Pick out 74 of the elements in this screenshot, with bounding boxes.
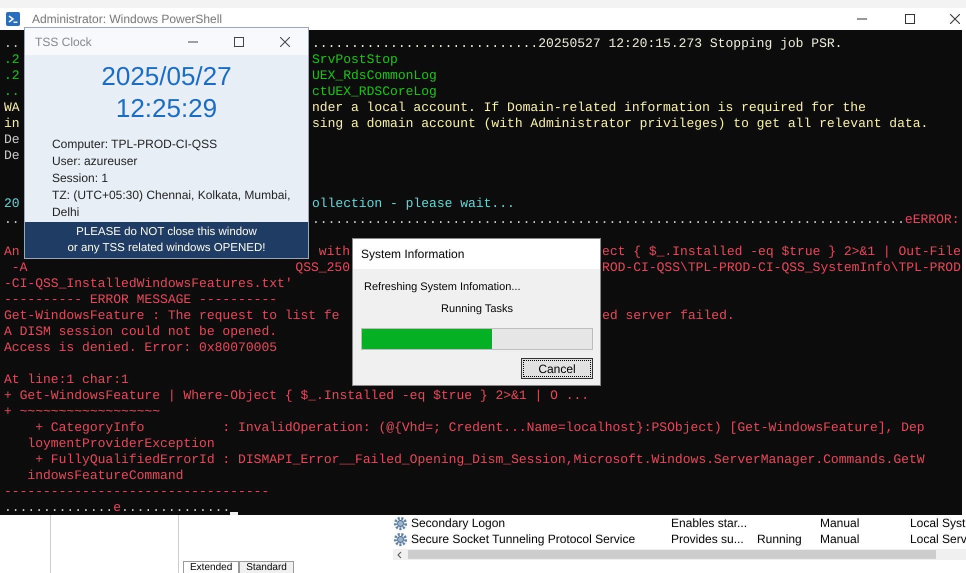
log-on-as: Local Syst: [910, 516, 966, 530]
console-text: with: [318, 244, 350, 260]
console-text: sing a domain account (with Administrator privileges) to get all relevant data.: [312, 116, 928, 132]
console-text: e: [113, 500, 122, 516]
maximize-icon[interactable]: [905, 14, 915, 24]
info-text: User: azureuser: [52, 153, 138, 170]
console-text: .2: [4, 68, 20, 84]
service-description: Enables star...: [671, 516, 748, 530]
console-text: UEX_RdsCommonLog: [312, 68, 437, 84]
console-text: + Get-WindowsFeature | Where-Object { $_.Installed -eq $true } 2>&1 | O ...: [4, 388, 590, 404]
console-text: ............................................................................: [312, 212, 905, 228]
task-text: Running Tasks: [441, 303, 513, 315]
console-text: ----------------------------------: [4, 484, 270, 500]
console-text: Access is denied. Error: 0x80070005: [4, 340, 278, 356]
console-text: + CategoryInfo : InvalidOperation: (@{Vhd=; Credent...Name=localhost}:PSObject) [Get-WindowsFeature], Dep: [34, 420, 925, 436]
console-text: indowsFeatureCommand: [26, 468, 184, 484]
console-text: + FullyQualifiedErrorId : DISMAPI_Error__Failed_Opening_Dism_Session,Microsoft.Windows.ServerManager.Commands.GetW: [34, 452, 925, 468]
console-text: Get-WindowsFeature : The request to list fe: [4, 308, 340, 324]
console-text: loymentProviderException: [26, 436, 215, 452]
console-text: WA: [4, 100, 20, 116]
startup-type: Manual: [820, 532, 860, 546]
service-name: Secondary Logon: [411, 516, 506, 530]
view-tab[interactable]: Extended: [183, 561, 240, 573]
window-title: Administrator: Windows PowerShell: [32, 12, 222, 26]
window-title: TSS Clock: [35, 34, 92, 48]
console-text: in: [4, 116, 20, 132]
console-text: nder a local account. If Domain-related information is required for the: [312, 100, 866, 116]
status-text: Refreshing System Infomation...: [364, 280, 521, 294]
console-text: -A: [10, 260, 28, 276]
service-status: Running: [757, 532, 802, 546]
warning-banner: PLEASE do NOT close this window or any TSS related windows OPENED!: [25, 222, 308, 258]
console-text: ..: [4, 36, 20, 52]
maximize-icon[interactable]: [234, 36, 244, 46]
clock-time: 12:25:29: [116, 92, 218, 124]
console-text: ollection - please wait...: [312, 196, 515, 212]
startup-type: Manual: [820, 516, 860, 530]
console-text: 20: [4, 196, 20, 212]
service-name: Secure Socket Tunneling Protocol Service: [411, 532, 636, 546]
console-text: De: [4, 132, 20, 148]
console-text: eERROR:: [904, 212, 960, 228]
gear-icon: [393, 532, 408, 546]
console-text: A DISM session could not be opened.: [4, 324, 278, 340]
clock-date: 2025/05/27: [101, 60, 232, 92]
service-description: Provides su...: [671, 532, 745, 546]
console-text: -CI-QSS_InstalledWindowsFeatures.txt': [4, 276, 293, 292]
console-text: .............................20250527 12:20:15.273 Stopping job PSR.: [312, 36, 842, 52]
view-tab[interactable]: Standard: [239, 561, 294, 573]
console-text: + ~~~~~~~~~~~~~~~~~~: [4, 404, 160, 420]
console-text: ..: [4, 84, 20, 100]
cancel-button[interactable]: Cancel: [521, 358, 593, 379]
console-text: ..: [4, 212, 20, 228]
info-text: Delhi: [52, 204, 80, 221]
console-text: An: [4, 244, 20, 260]
horizontal-scrollbar[interactable]: [393, 549, 966, 560]
console-text: De: [4, 148, 20, 164]
console-text: ROD-CI-QSS\TPL-PROD-CI-QSS_SystemInfo\TPL-PROD: [602, 260, 961, 276]
info-text: TZ: (UTC+05:30) Chennai, Kolkata, Mumbai,: [52, 187, 290, 204]
dialog-title: System Information: [353, 239, 600, 269]
gear-icon: [393, 516, 408, 530]
close-icon[interactable]: [280, 36, 290, 46]
console-text: QSS_250: [295, 260, 350, 276]
console-text: ctUEX_RDSCoreLog: [312, 84, 437, 100]
console-text: .2: [4, 52, 20, 68]
console-text: ed server failed.: [602, 308, 735, 324]
info-text: Computer: TPL-PROD-CI-QSS: [52, 136, 218, 153]
console-text: ---------- ERROR MESSAGE ----------: [4, 292, 278, 308]
console-text: ..............: [4, 500, 114, 516]
console-text: ..............: [121, 500, 230, 516]
info-text: Session: 1: [52, 170, 108, 187]
terminal-icon: [6, 12, 20, 26]
console-text: At line:1 char:1: [4, 372, 129, 388]
console-text: ect { $_.Installed -eq $true } 2>&1 | Out-File: [602, 244, 961, 260]
console-text: SrvPostStop: [312, 52, 398, 68]
close-icon[interactable]: [950, 14, 960, 24]
